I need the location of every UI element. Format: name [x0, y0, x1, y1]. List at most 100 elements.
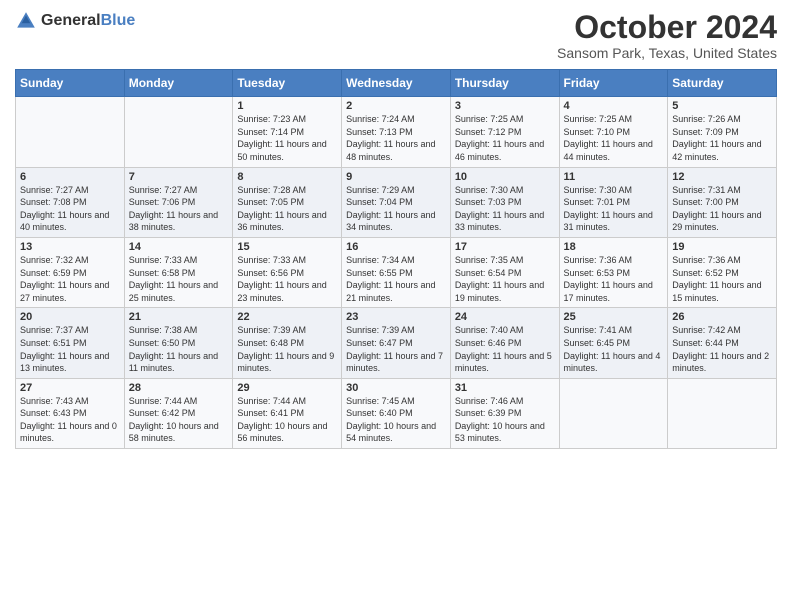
daylight-text: Daylight: 11 hours and 17 minutes.	[564, 280, 653, 303]
calendar-cell: 18Sunrise: 7:36 AMSunset: 6:53 PMDayligh…	[559, 237, 668, 307]
sunset-text: Sunset: 7:01 PM	[564, 197, 631, 207]
sunrise-text: Sunrise: 7:30 AM	[564, 185, 633, 195]
daylight-text: Daylight: 11 hours and 31 minutes.	[564, 210, 653, 233]
col-thursday: Thursday	[450, 70, 559, 97]
calendar-cell	[668, 378, 777, 448]
sunrise-text: Sunrise: 7:42 AM	[672, 325, 741, 335]
sunset-text: Sunset: 7:10 PM	[564, 127, 631, 137]
day-number: 21	[129, 311, 229, 323]
day-info: Sunrise: 7:40 AMSunset: 6:46 PMDaylight:…	[455, 324, 555, 374]
day-number: 29	[237, 382, 337, 394]
sunrise-text: Sunrise: 7:46 AM	[455, 396, 524, 406]
sunrise-text: Sunrise: 7:36 AM	[564, 255, 633, 265]
day-number: 14	[129, 241, 229, 253]
day-info: Sunrise: 7:39 AMSunset: 6:48 PMDaylight:…	[237, 324, 337, 374]
calendar-cell: 5Sunrise: 7:26 AMSunset: 7:09 PMDaylight…	[668, 97, 777, 167]
sunset-text: Sunset: 7:00 PM	[672, 197, 739, 207]
calendar-week-4: 20Sunrise: 7:37 AMSunset: 6:51 PMDayligh…	[16, 308, 777, 378]
calendar-week-2: 6Sunrise: 7:27 AMSunset: 7:08 PMDaylight…	[16, 167, 777, 237]
daylight-text: Daylight: 11 hours and 23 minutes.	[237, 280, 326, 303]
day-info: Sunrise: 7:36 AMSunset: 6:53 PMDaylight:…	[564, 254, 664, 304]
day-info: Sunrise: 7:34 AMSunset: 6:55 PMDaylight:…	[346, 254, 446, 304]
sunset-text: Sunset: 6:51 PM	[20, 338, 87, 348]
calendar-week-3: 13Sunrise: 7:32 AMSunset: 6:59 PMDayligh…	[16, 237, 777, 307]
col-saturday: Saturday	[668, 70, 777, 97]
sunset-text: Sunset: 7:05 PM	[237, 197, 304, 207]
day-number: 31	[455, 382, 555, 394]
sunrise-text: Sunrise: 7:33 AM	[129, 255, 198, 265]
day-number: 6	[20, 171, 120, 183]
sunset-text: Sunset: 6:47 PM	[346, 338, 413, 348]
daylight-text: Daylight: 11 hours and 9 minutes.	[237, 351, 334, 374]
day-info: Sunrise: 7:28 AMSunset: 7:05 PMDaylight:…	[237, 184, 337, 234]
sunrise-text: Sunrise: 7:39 AM	[237, 325, 306, 335]
daylight-text: Daylight: 11 hours and 25 minutes.	[129, 280, 218, 303]
col-wednesday: Wednesday	[342, 70, 451, 97]
sunrise-text: Sunrise: 7:39 AM	[346, 325, 415, 335]
calendar-cell: 27Sunrise: 7:43 AMSunset: 6:43 PMDayligh…	[16, 378, 125, 448]
day-info: Sunrise: 7:33 AMSunset: 6:56 PMDaylight:…	[237, 254, 337, 304]
sunrise-text: Sunrise: 7:33 AM	[237, 255, 306, 265]
day-info: Sunrise: 7:36 AMSunset: 6:52 PMDaylight:…	[672, 254, 772, 304]
sunrise-text: Sunrise: 7:35 AM	[455, 255, 524, 265]
day-number: 24	[455, 311, 555, 323]
day-number: 17	[455, 241, 555, 253]
calendar-cell	[124, 97, 233, 167]
calendar-cell: 29Sunrise: 7:44 AMSunset: 6:41 PMDayligh…	[233, 378, 342, 448]
sunset-text: Sunset: 7:08 PM	[20, 197, 87, 207]
page: General Blue October 2024 Sansom Park, T…	[0, 0, 792, 612]
day-number: 30	[346, 382, 446, 394]
sunrise-text: Sunrise: 7:44 AM	[237, 396, 306, 406]
day-info: Sunrise: 7:37 AMSunset: 6:51 PMDaylight:…	[20, 324, 120, 374]
daylight-text: Daylight: 11 hours and 34 minutes.	[346, 210, 435, 233]
day-info: Sunrise: 7:44 AM Sunset: 6:42 PM Daylight:…	[129, 395, 229, 445]
daylight-text: Daylight: 11 hours and 29 minutes.	[672, 210, 761, 233]
day-number: 10	[455, 171, 555, 183]
day-info: Sunrise: 7:32 AMSunset: 6:59 PMDaylight:…	[20, 254, 120, 304]
calendar-cell: 20Sunrise: 7:37 AMSunset: 6:51 PMDayligh…	[16, 308, 125, 378]
calendar-cell: 21Sunrise: 7:38 AMSunset: 6:50 PMDayligh…	[124, 308, 233, 378]
calendar-cell: 9Sunrise: 7:29 AMSunset: 7:04 PMDaylight…	[342, 167, 451, 237]
calendar-cell: 31Sunrise: 7:46 AMSunset: 6:39 PMDayligh…	[450, 378, 559, 448]
sunset-text: Sunset: 6:41 PM	[237, 408, 304, 418]
day-number: 19	[672, 241, 772, 253]
day-info: Sunrise: 7:38 AMSunset: 6:50 PMDaylight:…	[129, 324, 229, 374]
day-number: 8	[237, 171, 337, 183]
day-info: Sunrise: 7:27 AMSunset: 7:06 PMDaylight:…	[129, 184, 229, 234]
day-number: 23	[346, 311, 446, 323]
daylight-text: Daylight: 11 hours and 15 minutes.	[672, 280, 761, 303]
sunrise-text: Sunrise: 7:30 AM	[455, 185, 524, 195]
daylight-text: Daylight: 11 hours and 4 minutes.	[564, 351, 661, 374]
sunset-text: Sunset: 6:58 PM	[129, 268, 196, 278]
sunrise-text: Sunrise: 7:36 AM	[672, 255, 741, 265]
header-row: Sunday Monday Tuesday Wednesday Thursday…	[16, 70, 777, 97]
calendar-cell: 15Sunrise: 7:33 AMSunset: 6:56 PMDayligh…	[233, 237, 342, 307]
sunrise-text: Sunrise: 7:25 AM	[564, 114, 633, 124]
daylight-text: Daylight: 11 hours and 42 minutes.	[672, 139, 761, 162]
calendar-cell: 3Sunrise: 7:25 AMSunset: 7:12 PMDaylight…	[450, 97, 559, 167]
day-info: Sunrise: 7:45 AMSunset: 6:40 PMDaylight:…	[346, 395, 446, 445]
calendar-cell: 13Sunrise: 7:32 AMSunset: 6:59 PMDayligh…	[16, 237, 125, 307]
daylight-text: Daylight: 11 hours and 44 minutes.	[564, 139, 653, 162]
daylight-text: Daylight: 11 hours and 13 minutes.	[20, 351, 109, 374]
col-sunday: Sunday	[16, 70, 125, 97]
sunset-text: Sunset: 6:42 PM	[129, 408, 196, 418]
sunset-text: Sunset: 7:03 PM	[455, 197, 522, 207]
calendar-cell: 12Sunrise: 7:31 AMSunset: 7:00 PMDayligh…	[668, 167, 777, 237]
daylight-text: Daylight: 11 hours and 7 minutes.	[346, 351, 443, 374]
daylight-text: Daylight: 11 hours and 40 minutes.	[20, 210, 109, 233]
main-title: October 2024	[557, 10, 777, 45]
sunset-text: Sunset: 6:54 PM	[455, 268, 522, 278]
sunrise-text: Sunrise: 7:34 AM	[346, 255, 415, 265]
calendar-cell	[559, 378, 668, 448]
sunrise-text: Sunrise: 7:44 AM	[129, 396, 198, 406]
day-number: 20	[20, 311, 120, 323]
calendar-week-1: 1Sunrise: 7:23 AMSunset: 7:14 PMDaylight…	[16, 97, 777, 167]
daylight-text: Daylight: 10 hours and 58 minutes.	[129, 421, 219, 444]
sunrise-text: Sunrise: 7:43 AM	[20, 396, 89, 406]
sunrise-text: Sunrise: 7:32 AM	[20, 255, 89, 265]
daylight-text: Daylight: 11 hours and 27 minutes.	[20, 280, 109, 303]
sunrise-text: Sunrise: 7:25 AM	[455, 114, 524, 124]
day-number: 4	[564, 100, 664, 112]
logo-icon	[15, 10, 37, 32]
